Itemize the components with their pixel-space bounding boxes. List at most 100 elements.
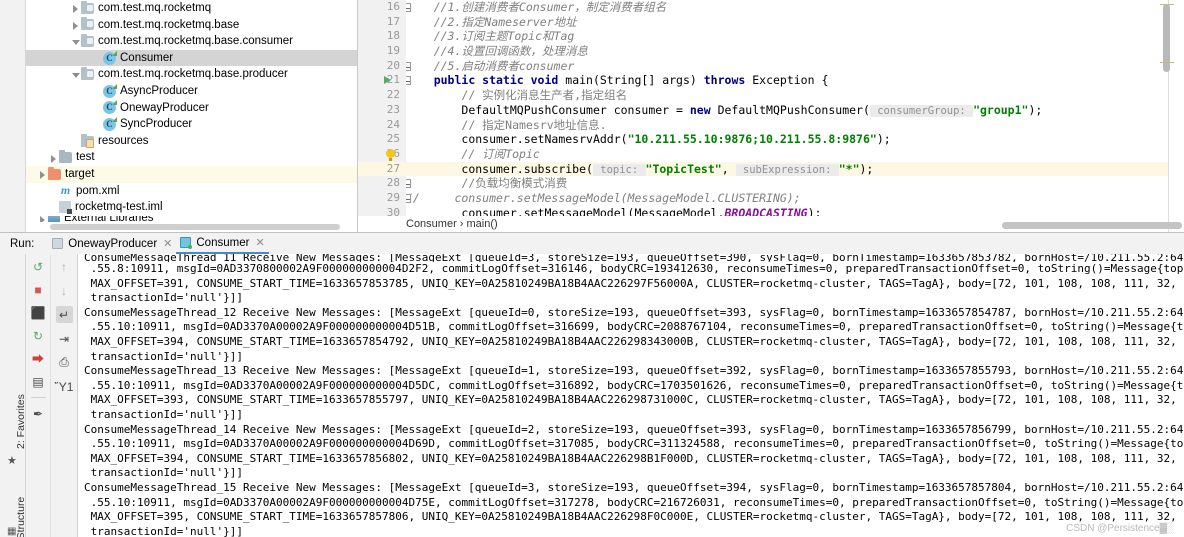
gutter-row[interactable]: 23 xyxy=(358,103,406,118)
code-token: , xyxy=(721,161,736,176)
tree-item[interactable]: resources xyxy=(26,133,357,150)
code-token: "10.211.55.10:9876;10.211.55.8:9876" xyxy=(627,132,877,147)
code-fold-icon[interactable] xyxy=(406,76,411,86)
chevron-down-icon[interactable] xyxy=(70,69,81,80)
gutter-row[interactable]: 22 xyxy=(358,88,406,103)
tree-item[interactable]: C SyncProducer xyxy=(26,116,357,133)
code-line[interactable]: // 实例化消息生产者,指定组名 xyxy=(406,88,1184,103)
run-tab-label: OnewayProducer xyxy=(68,237,158,250)
gutter-row[interactable]: 20 xyxy=(358,59,406,74)
close-icon[interactable]: ✕ xyxy=(255,236,264,249)
code-line[interactable]: //2.指定Nameserver地址 xyxy=(406,15,1184,30)
gutter-row[interactable]: 28 xyxy=(358,176,406,191)
rerun-failed-tests-button[interactable]: ↻ xyxy=(30,327,47,344)
gutter-row[interactable]: 26 xyxy=(358,147,406,162)
ide-window: com.test.mq.rocketmq com.test.mq.rocketmq… xyxy=(0,0,1184,537)
down-arrow-button[interactable]: ↓ xyxy=(56,282,73,299)
chevron-right-icon[interactable] xyxy=(37,169,48,180)
chevron-right-icon[interactable] xyxy=(70,19,81,30)
code-line[interactable]: // 订阅Topic xyxy=(406,147,1184,162)
breadcrumb[interactable]: Consumer › main() xyxy=(406,216,498,232)
chevron-right-icon[interactable] xyxy=(37,215,48,222)
gutter-row[interactable]: 17 xyxy=(358,15,406,30)
tree-item[interactable]: target xyxy=(26,165,357,183)
code-line[interactable]: // consumer.setMessageModel(MessageModel… xyxy=(406,191,1184,206)
tree-item[interactable]: C AsyncProducer xyxy=(26,83,357,100)
code-line[interactable]: //1.创建消费者Consumer，制定消费者组名 xyxy=(406,0,1184,15)
gutter-row[interactable]: 16 xyxy=(358,0,406,15)
chevron-down-icon[interactable] xyxy=(70,36,81,47)
scroll-to-end-button[interactable]: ⇥ xyxy=(56,330,73,347)
code-line[interactable]: // 指定Namesrv地址信息. xyxy=(406,118,1184,133)
code-line[interactable]: //3.订阅主题Topic和Tag xyxy=(406,29,1184,44)
left-rail-top xyxy=(0,0,26,232)
editor-gutter[interactable]: 161718192021222324252627282930 xyxy=(358,0,406,219)
sidebar-item-favorites[interactable]: 2: Favorites xyxy=(15,394,27,449)
chevron-right-icon[interactable] xyxy=(70,3,81,14)
tree-item[interactable]: m pom.xml xyxy=(26,183,357,200)
code-fold-icon[interactable] xyxy=(406,179,411,189)
code-line[interactable]: //5.启动消费者consumer xyxy=(406,59,1184,74)
tree-item[interactable]: rocketmq-test.iml xyxy=(26,199,357,216)
tree-item[interactable]: com.test.mq.rocketmq.base.producer xyxy=(26,66,357,83)
line-number: 25 xyxy=(386,132,400,146)
console-line: MAX_OFFSET=395, CONSUME_START_TIME=16336… xyxy=(90,510,1184,524)
tree-item[interactable]: test xyxy=(26,149,357,166)
stop-button[interactable]: ■ xyxy=(30,281,47,298)
code-line[interactable]: //4.设置回调函数，处理消息 xyxy=(406,44,1184,59)
chevron-right-icon[interactable] xyxy=(48,152,59,163)
code-token: //4.设置回调函数，处理消息 xyxy=(433,44,588,59)
soft-wrap-button[interactable]: ↵ xyxy=(55,306,73,323)
code-token: new xyxy=(689,102,718,117)
gutter-row[interactable]: 27 xyxy=(358,161,406,177)
project-tree[interactable]: com.test.mq.rocketmq com.test.mq.rocketmq… xyxy=(26,0,358,232)
console-line: MAX_OFFSET=394, CONSUME_START_TIME=16336… xyxy=(90,334,1184,348)
editor-marker-bottom xyxy=(1160,62,1174,63)
run-gutter-icon[interactable] xyxy=(384,76,391,85)
editor-horizontal-scrollbar[interactable] xyxy=(1002,222,1182,229)
pin-tab-button[interactable]: ✒ xyxy=(30,405,47,422)
gutter-row[interactable]: 21 xyxy=(358,73,406,88)
gutter-row[interactable]: 19 xyxy=(358,44,406,59)
tree-item[interactable]: C OnewayProducer xyxy=(26,100,357,117)
sidebar-item-structure[interactable]: 7: Structure xyxy=(15,497,27,537)
up-arrow-button[interactable]: ↑ xyxy=(56,258,73,275)
tree-item[interactable]: com.test.mq.rocketmq xyxy=(26,0,357,17)
print-button[interactable]: ⎙ xyxy=(56,354,73,371)
run-tab-consumer[interactable]: Consumer ✕ xyxy=(176,233,269,254)
console-line: .55.10:10911, msgId=0AD3370A00002A9F0000… xyxy=(90,320,1184,334)
gutter-row[interactable]: 18 xyxy=(358,29,406,44)
code-editor[interactable]: 161718192021222324252627282930 //1.创建消费者… xyxy=(358,0,1184,232)
gutter-row[interactable]: 30 xyxy=(358,206,406,221)
code-fold-icon[interactable] xyxy=(406,3,411,12)
editor-code-area[interactable]: //1.创建消费者Consumer，制定消费者组名 //2.指定Nameserv… xyxy=(406,0,1184,216)
clear-all-button[interactable]: Ὕ1 xyxy=(55,378,74,395)
gutter-row[interactable]: 29 xyxy=(358,191,406,206)
tree-item[interactable]: com.test.mq.rocketmq.base xyxy=(26,17,357,34)
screenshot-button[interactable]: ⬛ xyxy=(30,304,47,321)
code-fold-icon[interactable] xyxy=(406,61,411,71)
code-line[interactable]: DefaultMQPushConsumer consumer = new Def… xyxy=(406,103,1184,118)
project-tree-horizontal-scrollbar[interactable] xyxy=(50,224,340,230)
code-token: DefaultMQPushConsumer( xyxy=(717,102,870,117)
run-tab-onewayproducer[interactable]: OnewayProducer ✕ xyxy=(48,233,176,254)
tree-item-label: Consumer xyxy=(120,51,174,64)
console-output[interactable]: ConsumeMessageThread_11 Receive New Mess… xyxy=(78,254,1184,537)
code-fold-icon[interactable] xyxy=(406,193,411,203)
code-line[interactable]: consumer.setNamesrvAddr("10.211.55.10:98… xyxy=(406,132,1184,147)
tree-item[interactable]: com.test.mq.rocketmq.base.consumer xyxy=(26,33,357,50)
close-icon[interactable]: ✕ xyxy=(163,237,172,250)
code-line[interactable]: //负载均衡模式消费 xyxy=(406,176,1184,191)
gutter-row[interactable]: 24 xyxy=(358,118,406,133)
tree-item[interactable]: C Consumer xyxy=(26,49,357,67)
code-line[interactable]: consumer.setMessageModel(MessageModel.BR… xyxy=(406,206,1184,216)
rerun-button[interactable]: ↺ xyxy=(30,258,47,275)
code-line[interactable]: consumer.subscribe( topic: "TopicTest", … xyxy=(406,161,1184,177)
code-line[interactable]: public static void main(String[] args) t… xyxy=(406,73,1184,88)
layout-button[interactable]: ▤ xyxy=(30,373,47,390)
gutter-row[interactable]: 25 xyxy=(358,132,406,147)
tree-item[interactable]: External Libraries xyxy=(26,215,357,222)
intention-bulb-icon[interactable] xyxy=(386,148,395,161)
export-button[interactable]: ⮕ xyxy=(30,350,47,367)
